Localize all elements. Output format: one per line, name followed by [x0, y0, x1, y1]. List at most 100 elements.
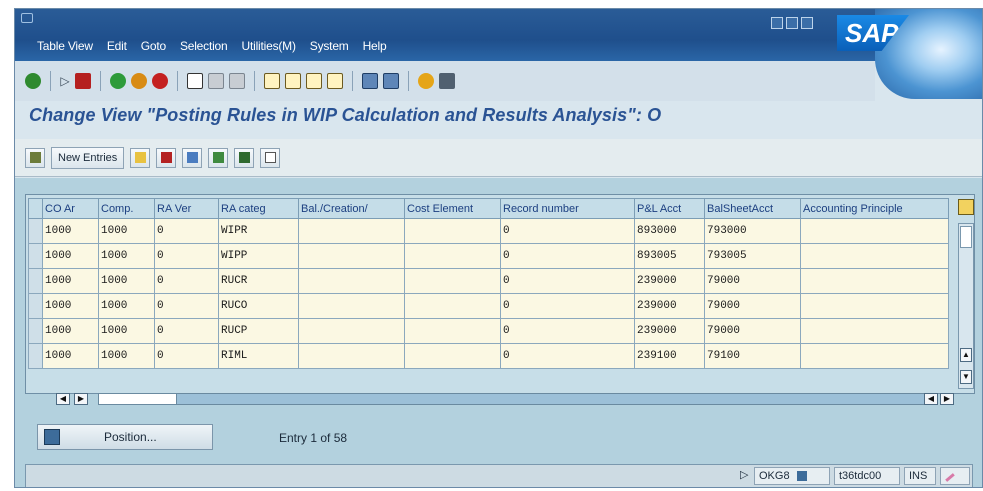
table-cell[interactable]: 1000 — [42, 343, 99, 369]
command-field-arrow-icon[interactable]: ▷ — [60, 73, 70, 89]
table-cell[interactable] — [404, 218, 501, 244]
table-cell[interactable]: 79100 — [704, 343, 801, 369]
row-selector[interactable] — [28, 218, 43, 244]
back-icon[interactable] — [110, 73, 126, 89]
horizontal-scrollbar[interactable]: ◀ ▶ — [56, 391, 938, 407]
table-cell[interactable]: 0 — [500, 318, 635, 344]
menu-table-view[interactable]: Table View — [37, 39, 93, 53]
table-row[interactable]: 1000 1000 0 RIML 0 239100 79100 — [28, 343, 949, 369]
menu-help[interactable]: Help — [363, 39, 387, 53]
table-cell[interactable]: RUCP — [218, 318, 299, 344]
table-cell[interactable] — [298, 293, 405, 319]
vertical-scroll-thumb[interactable] — [960, 226, 972, 248]
table-cell[interactable]: 1000 — [42, 218, 99, 244]
find-icon[interactable] — [208, 73, 224, 89]
print-icon[interactable] — [187, 73, 203, 89]
table-cell[interactable]: 1000 — [42, 243, 99, 269]
table-cell[interactable] — [404, 318, 501, 344]
table-cell[interactable] — [298, 243, 405, 269]
table-cell[interactable] — [404, 293, 501, 319]
row-selector[interactable] — [28, 318, 43, 344]
table-cell[interactable]: 0 — [154, 318, 219, 344]
table-cell[interactable]: RIML — [218, 343, 299, 369]
column-scroll-left-button[interactable]: ◀ — [924, 393, 938, 405]
position-button[interactable]: Position... — [37, 424, 213, 450]
table-cell[interactable] — [404, 268, 501, 294]
table-cell[interactable]: 0 — [500, 293, 635, 319]
select-all-button[interactable] — [208, 147, 229, 168]
system-menu-icon[interactable] — [21, 13, 33, 23]
scroll-up-button[interactable]: ▲ — [960, 348, 972, 362]
column-header-ra-category[interactable]: RA categ — [218, 198, 299, 219]
table-cell[interactable] — [298, 218, 405, 244]
column-header-company[interactable]: Comp. — [98, 198, 155, 219]
table-cell[interactable]: 0 — [154, 343, 219, 369]
vertical-scrollbar[interactable]: ▲ ▼ — [958, 223, 974, 389]
table-cell[interactable] — [800, 343, 949, 369]
row-selector[interactable] — [28, 343, 43, 369]
close-button[interactable] — [801, 17, 813, 29]
previous-page-icon[interactable] — [285, 73, 301, 89]
insert-mode-field[interactable]: INS — [904, 467, 936, 485]
table-cell[interactable]: 1000 — [98, 268, 155, 294]
shortcut-icon[interactable] — [383, 73, 399, 89]
save-icon[interactable] — [75, 73, 91, 89]
select-all-column-header[interactable] — [28, 198, 43, 219]
column-header-ra-version[interactable]: RA Ver — [154, 198, 219, 219]
table-cell[interactable]: 1000 — [98, 243, 155, 269]
help-icon[interactable] — [418, 73, 434, 89]
table-cell[interactable]: 893000 — [634, 218, 705, 244]
cancel-icon[interactable] — [152, 73, 168, 89]
table-cell[interactable]: 793000 — [704, 218, 801, 244]
table-cell[interactable] — [800, 318, 949, 344]
copy-as-button[interactable] — [130, 147, 151, 168]
column-header-bal-creation[interactable]: Bal./Creation/ — [298, 198, 405, 219]
select-block-button[interactable] — [234, 147, 255, 168]
table-cell[interactable]: 1000 — [42, 318, 99, 344]
table-cell[interactable]: 1000 — [98, 293, 155, 319]
enter-icon[interactable] — [25, 73, 41, 89]
table-row[interactable]: 1000 1000 0 RUCP 0 239000 79000 — [28, 318, 949, 344]
undo-change-button[interactable] — [182, 147, 203, 168]
status-toggle-icon[interactable]: ▷ — [736, 467, 752, 485]
new-entries-button[interactable]: New Entries — [51, 146, 125, 169]
table-cell[interactable]: 1000 — [98, 343, 155, 369]
table-settings-icon[interactable] — [958, 199, 974, 215]
table-cell[interactable]: 79000 — [704, 318, 801, 344]
table-cell[interactable]: 239000 — [634, 268, 705, 294]
transaction-code-field[interactable]: OKG8 — [754, 467, 830, 485]
new-session-icon[interactable] — [362, 73, 378, 89]
row-selector[interactable] — [28, 243, 43, 269]
table-cell[interactable]: 0 — [500, 343, 635, 369]
table-cell[interactable] — [404, 243, 501, 269]
table-cell[interactable]: 239100 — [634, 343, 705, 369]
table-row[interactable]: 1000 1000 0 WIPR 0 893000 793000 — [28, 218, 949, 244]
first-page-icon[interactable] — [264, 73, 280, 89]
menu-system[interactable]: System — [310, 39, 349, 53]
table-cell[interactable]: RUCR — [218, 268, 299, 294]
layout-menu-icon[interactable] — [439, 73, 455, 89]
scroll-right-button[interactable]: ▶ — [74, 393, 88, 405]
minimize-button[interactable] — [771, 17, 783, 29]
column-header-record-number[interactable]: Record number — [500, 198, 635, 219]
column-header-balsheet-account[interactable]: BalSheetAcct — [704, 198, 801, 219]
column-header-co-area[interactable]: CO Ar — [42, 198, 99, 219]
table-cell[interactable]: 0 — [154, 268, 219, 294]
column-scroll-right-button[interactable]: ▶ — [940, 393, 954, 405]
table-row[interactable]: 1000 1000 0 RUCO 0 239000 79000 — [28, 293, 949, 319]
table-cell[interactable]: 239000 — [634, 318, 705, 344]
table-cell[interactable]: 1000 — [42, 268, 99, 294]
table-row[interactable]: 1000 1000 0 WIPP 0 893005 793005 — [28, 243, 949, 269]
find-next-icon[interactable] — [229, 73, 245, 89]
menu-selection[interactable]: Selection — [180, 39, 228, 53]
table-cell[interactable] — [800, 268, 949, 294]
scroll-down-button[interactable]: ▼ — [960, 370, 972, 384]
exit-icon[interactable] — [131, 73, 147, 89]
table-cell[interactable]: 0 — [500, 218, 635, 244]
table-cell[interactable]: WIPP — [218, 243, 299, 269]
column-header-cost-element[interactable]: Cost Element — [404, 198, 501, 219]
next-page-icon[interactable] — [306, 73, 322, 89]
table-cell[interactable] — [404, 343, 501, 369]
table-cell[interactable]: 793005 — [704, 243, 801, 269]
row-selector[interactable] — [28, 268, 43, 294]
